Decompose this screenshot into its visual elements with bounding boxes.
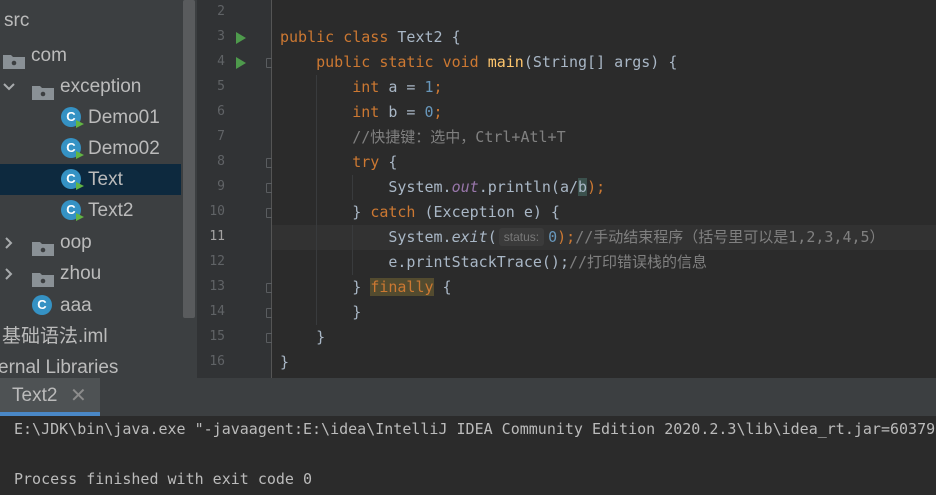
console-output-line: E:\JDK\bin\java.exe "-javaagent:E:\idea\… <box>14 420 936 438</box>
code-line-14[interactable]: } <box>280 300 361 325</box>
line-number: 16 <box>209 354 225 369</box>
code-line-12[interactable]: e.printStackTrace();//打印错误栈的信息 <box>280 250 707 275</box>
code-line-16[interactable]: } <box>280 350 289 375</box>
tree-item-exception[interactable]: exception <box>0 71 183 102</box>
tree-item-label: Demo01 <box>88 107 160 128</box>
run-main-icon[interactable] <box>236 57 246 69</box>
code-line-7[interactable]: //快捷键：选中，Ctrl+Atl+T <box>280 125 565 150</box>
tree-scrollbar[interactable] <box>183 0 195 318</box>
chevron-down-icon[interactable] <box>2 80 16 94</box>
package-folder-icon <box>3 48 25 69</box>
run-class-icon[interactable] <box>236 32 246 44</box>
code-line-4[interactable]: public static void main(String[] args) { <box>280 50 677 75</box>
line-number: 13 <box>209 279 225 294</box>
java-class-icon: C <box>61 169 81 189</box>
tree-item-com[interactable]: com <box>0 40 183 71</box>
code-line-10[interactable]: } catch (Exception e) { <box>280 200 560 225</box>
tree-item-label: Text2 <box>88 200 134 221</box>
run-tab-label[interactable]: Text2 <box>12 385 57 407</box>
line-number: 2 <box>217 4 225 19</box>
code-line-15[interactable]: } <box>280 325 325 350</box>
run-console[interactable]: E:\JDK\bin\java.exe "-javaagent:E:\idea\… <box>0 416 936 495</box>
java-class-icon: C <box>32 295 52 315</box>
console-output-line: Process finished with exit code 0 <box>14 470 313 488</box>
package-folder-icon <box>32 235 54 256</box>
java-class-icon: C <box>61 138 81 158</box>
close-icon[interactable]: ✕ <box>70 385 87 407</box>
tree-item-text2[interactable]: C Text2 <box>0 195 183 226</box>
chevron-right-icon[interactable] <box>2 267 16 281</box>
tree-item-text[interactable]: C Text <box>0 164 181 195</box>
tree-item-label: ernal Libraries <box>0 357 119 378</box>
code-line-11[interactable]: System.exit(status: 0);//手动结束程序（括号里可以是1,2… <box>280 225 885 250</box>
code-line-6[interactable]: int b = 0; <box>280 100 442 125</box>
tree-item-aaa[interactable]: C aaa <box>0 290 183 321</box>
project-tree: src com exception C Demo01 C Demo02 C Te… <box>0 0 197 378</box>
code-line-8[interactable]: try { <box>280 150 397 175</box>
tree-item-label: oop <box>60 232 92 253</box>
line-number-current: 11 <box>209 229 225 244</box>
tree-item-label: Demo02 <box>88 138 160 159</box>
line-number: 14 <box>209 304 225 319</box>
tree-item-src[interactable]: src <box>0 8 183 34</box>
package-folder-icon <box>32 266 54 287</box>
code-line-9[interactable]: System.out.println(a/b); <box>280 175 605 200</box>
package-folder-icon <box>32 79 54 100</box>
java-class-icon: C <box>61 107 81 127</box>
line-number: 8 <box>217 154 225 169</box>
run-toolwindow-header <box>0 378 936 416</box>
tree-item-label: zhou <box>60 263 102 284</box>
tree-item-label: exception <box>60 76 142 97</box>
tree-item-iml[interactable]: 基础语法.iml <box>0 321 183 352</box>
tree-item-demo02[interactable]: C Demo02 <box>0 133 183 164</box>
tree-item-label: 基础语法.iml <box>2 326 108 347</box>
tree-item-zhou[interactable]: zhou <box>0 258 183 289</box>
tree-item-label: com <box>31 45 67 66</box>
code-line-13[interactable]: } finally { <box>280 275 452 300</box>
line-number: 3 <box>217 29 225 44</box>
line-number: 5 <box>217 79 225 94</box>
line-number: 9 <box>217 179 225 194</box>
parameter-hint: status: <box>498 228 545 246</box>
line-number: 15 <box>209 329 225 344</box>
line-number: 12 <box>209 254 225 269</box>
chevron-right-icon[interactable] <box>2 236 16 250</box>
tree-item-label: Text <box>88 169 123 190</box>
code-line-3[interactable]: public class Text2 { <box>280 25 461 50</box>
tree-item-demo01[interactable]: C Demo01 <box>0 102 183 133</box>
java-class-icon: C <box>61 200 81 220</box>
line-number: 4 <box>217 54 225 69</box>
line-number: 10 <box>209 204 225 219</box>
tree-item-label: src <box>4 10 30 31</box>
tree-item-label: aaa <box>60 295 92 316</box>
tree-item-oop[interactable]: oop <box>0 227 183 258</box>
line-number: 7 <box>217 129 225 144</box>
tree-item-external-libraries[interactable]: ernal Libraries <box>0 352 183 378</box>
code-line-5[interactable]: int a = 1; <box>280 75 442 100</box>
line-number: 6 <box>217 104 225 119</box>
